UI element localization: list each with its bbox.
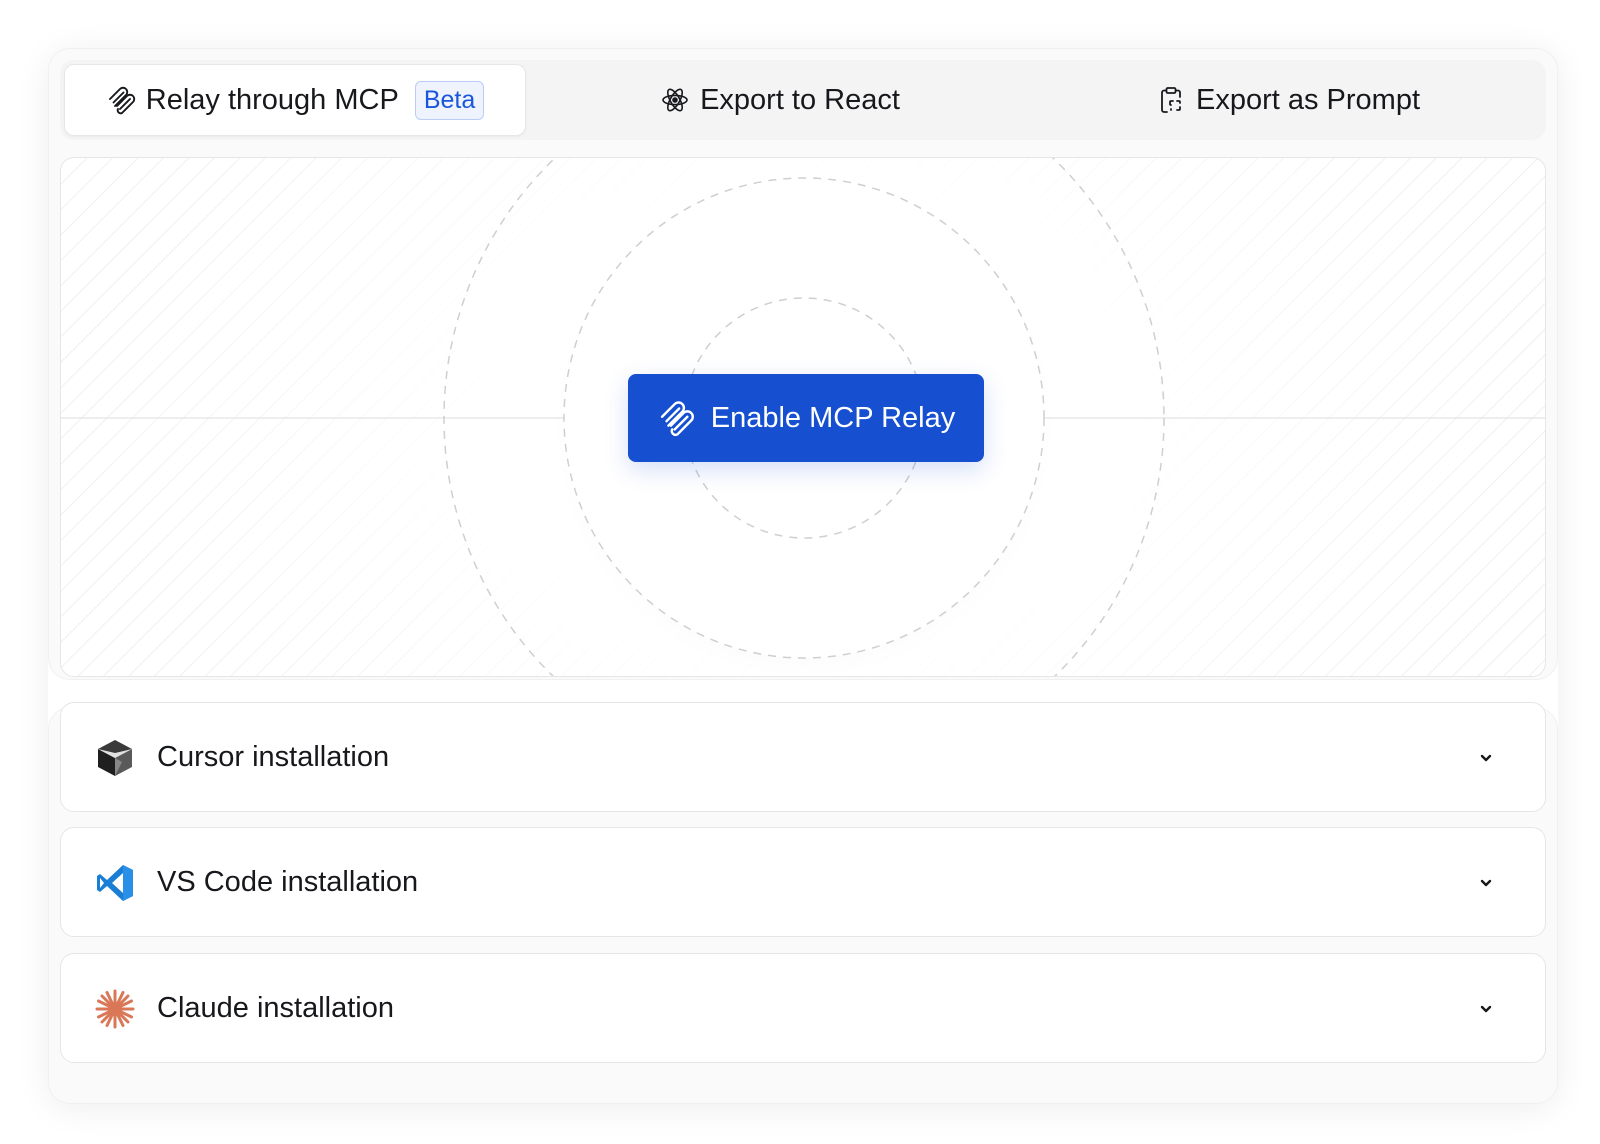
claude-installation-row[interactable]: Claude installation (60, 953, 1546, 1063)
row-label: Claude installation (157, 991, 394, 1024)
tab-export-as-prompt[interactable]: Export as Prompt (1034, 64, 1542, 136)
chevron-down-icon[interactable] (1477, 749, 1495, 767)
vscode-logo-icon (95, 863, 135, 903)
tab-label: Relay through MCP (145, 83, 399, 116)
cursor-logo-icon (95, 738, 135, 778)
beta-badge: Beta (414, 80, 485, 120)
paperclip-icon (106, 85, 136, 115)
row-label: VS Code installation (157, 865, 419, 898)
tab-relay-through-mcp[interactable]: Relay through MCP Beta (64, 64, 526, 136)
row-label: Cursor installation (157, 740, 390, 773)
relay-stage: Enable MCP Relay (60, 157, 1546, 677)
enable-mcp-relay-button[interactable]: Enable MCP Relay (628, 374, 984, 462)
chevron-down-icon[interactable] (1477, 1000, 1495, 1018)
tab-bar: Relay through MCP Beta Export to React E… (60, 60, 1546, 140)
paperclip-icon (657, 399, 695, 437)
tab-label: Export to React (700, 83, 900, 116)
clipboard-icon (1156, 85, 1186, 115)
tab-export-to-react[interactable]: Export to React (526, 64, 1034, 136)
chevron-down-icon[interactable] (1477, 874, 1495, 892)
tab-label: Export as Prompt (1195, 83, 1421, 116)
claude-logo-icon (95, 989, 135, 1029)
react-atom-icon (660, 85, 690, 115)
vscode-installation-row[interactable]: VS Code installation (60, 827, 1546, 937)
cursor-installation-row[interactable]: Cursor installation (60, 702, 1546, 812)
enable-button-label: Enable MCP Relay (710, 401, 956, 434)
